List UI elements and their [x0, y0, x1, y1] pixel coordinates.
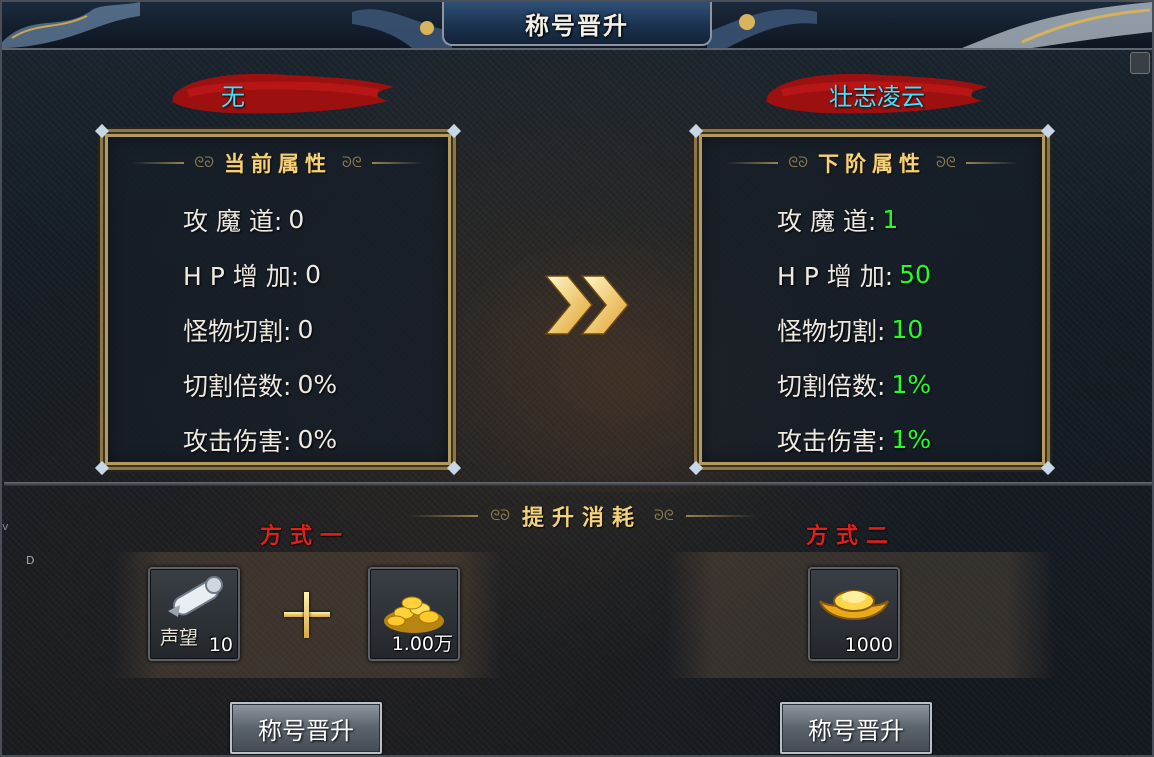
- cost-title: 提升消耗: [521, 505, 642, 531]
- next-panel-title: 下阶属性: [818, 151, 926, 176]
- attribute-value: 1%: [891, 370, 932, 399]
- attribute-value: 1: [882, 205, 899, 234]
- attribute-label: 攻 魔 道:: [183, 206, 283, 236]
- dragon-ornament-icon: [962, 2, 1152, 48]
- method-two-label: 方式二: [806, 523, 897, 549]
- attribute-value: 0: [288, 205, 305, 234]
- attribute-label: 攻 魔 道:: [777, 206, 877, 236]
- side-marker: v: [2, 520, 9, 533]
- close-button[interactable]: [1130, 52, 1150, 74]
- attribute-row: 攻击伤害: 0%: [183, 412, 337, 467]
- dragon-ornament-icon: [2, 2, 140, 48]
- title-promotion-window: 称号晋升 无 壮志凌云 ᘓᘐ 当前属性 ᘐᘓ 攻 魔 道: 0 H P 增 加:…: [0, 0, 1154, 757]
- attribute-value: 0%: [297, 425, 338, 454]
- window-title: 称号晋升: [525, 11, 629, 40]
- item-quantity: 1000: [844, 634, 893, 656]
- current-panel-title: 当前属性: [224, 151, 332, 176]
- swirl-ornament-icon: ᘓᘐ: [194, 155, 214, 171]
- next-attributes-panel: ᘓᘐ 下阶属性 ᘐᘓ 攻 魔 道: 1 H P 增 加: 50 怪物切割: 10…: [688, 123, 1056, 476]
- attribute-row: 攻 魔 道: 1: [777, 192, 931, 247]
- attribute-label: H P 增 加:: [777, 261, 894, 291]
- attribute-row: H P 增 加: 50: [777, 247, 931, 302]
- gold-ingot-item-slot[interactable]: 1000: [808, 567, 900, 661]
- swirl-ornament-icon: ᘐᘓ: [342, 155, 362, 171]
- attribute-row: 切割倍数: 0%: [183, 357, 337, 412]
- swirl-ornament-icon: ᘓᘐ: [788, 155, 808, 171]
- attribute-value: 0: [305, 260, 322, 289]
- side-marker: D: [26, 554, 35, 567]
- attribute-value: 10: [891, 315, 924, 344]
- attribute-value: 1%: [891, 425, 932, 454]
- attribute-value: 0%: [297, 370, 338, 399]
- current-attributes-panel: ᘓᘐ 当前属性 ᘐᘓ 攻 魔 道: 0 H P 增 加: 0 怪物切割: 0 切…: [94, 123, 462, 476]
- current-rank-name: 无: [221, 82, 245, 111]
- panel-header: ᘓᘐ 当前属性 ᘐᘓ: [103, 148, 453, 178]
- dragon-ornament-icon: [707, 9, 817, 48]
- item-quantity: 1.00万: [391, 633, 453, 655]
- promote-button-method-one[interactable]: 称号晋升: [230, 702, 382, 754]
- attribute-row: 切割倍数: 1%: [777, 357, 931, 412]
- window-title-plate: 称号晋升: [442, 2, 712, 46]
- swirl-ornament-icon: ᘐᘓ: [936, 155, 956, 171]
- panel-header: ᘓᘐ 下阶属性 ᘐᘓ: [697, 148, 1047, 178]
- attribute-label: H P 增 加:: [183, 261, 300, 291]
- next-rank-banner: 壮志凌云: [762, 65, 992, 123]
- section-divider: [4, 482, 1152, 486]
- current-attribute-list: 攻 魔 道: 0 H P 增 加: 0 怪物切割: 0 切割倍数: 0% 攻击伤…: [183, 192, 337, 467]
- attribute-label: 攻击伤害:: [777, 426, 886, 456]
- attribute-value: 50: [899, 260, 931, 289]
- reputation-item-slot[interactable]: 声望 10: [148, 567, 240, 661]
- current-rank-banner: 无: [168, 65, 398, 123]
- attribute-label: 切割倍数:: [183, 371, 292, 401]
- attribute-row: H P 增 加: 0: [183, 247, 337, 302]
- gold-coins-item-slot[interactable]: 1.00万: [368, 567, 460, 661]
- red-brush-stroke-icon: [172, 73, 394, 114]
- item-quantity: 10: [208, 634, 233, 656]
- swirl-ornament-icon: ᘓᘐ: [490, 508, 510, 524]
- promote-button-method-two[interactable]: 称号晋升: [780, 702, 932, 754]
- item-name: 声望: [160, 627, 199, 649]
- attribute-row: 怪物切割: 10: [777, 302, 931, 357]
- attribute-label: 攻击伤害:: [183, 426, 292, 456]
- attribute-value: 0: [297, 315, 314, 344]
- double-chevron-right-icon: [544, 275, 629, 335]
- method-one-label: 方式一: [260, 523, 351, 549]
- attribute-row: 怪物切割: 0: [183, 302, 337, 357]
- next-attribute-list: 攻 魔 道: 1 H P 增 加: 50 怪物切割: 10 切割倍数: 1% 攻…: [777, 192, 931, 467]
- attribute-label: 怪物切割:: [183, 316, 292, 346]
- gold-ingot-icon: [819, 590, 889, 620]
- next-rank-name: 壮志凌云: [829, 82, 925, 111]
- attribute-label: 切割倍数:: [777, 371, 886, 401]
- plus-icon: [284, 592, 330, 638]
- swirl-ornament-icon: ᘐᘓ: [654, 508, 674, 524]
- attribute-row: 攻击伤害: 1%: [777, 412, 931, 467]
- attribute-label: 怪物切割:: [777, 316, 886, 346]
- cost-header: ᘓᘐ 提升消耗 ᘐᘓ: [382, 499, 782, 533]
- title-bar: 称号晋升: [2, 2, 1152, 50]
- dragon-ornament-icon: [352, 9, 452, 48]
- attribute-row: 攻 魔 道: 0: [183, 192, 337, 247]
